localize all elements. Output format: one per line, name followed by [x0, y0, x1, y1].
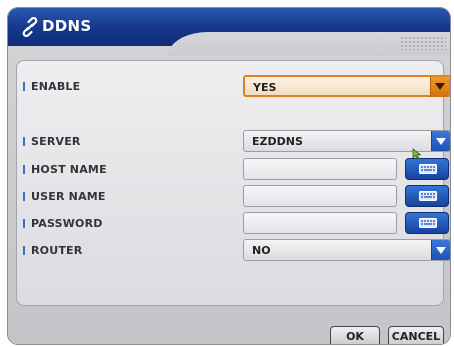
- enable-dropdown[interactable]: YES: [243, 75, 450, 97]
- server-value: EZDDNS: [252, 135, 303, 148]
- host-name-input[interactable]: [243, 158, 397, 180]
- enable-value: YES: [253, 81, 277, 94]
- user-name-row: USER NAME: [17, 185, 449, 209]
- host-name-row: HOST NAME: [17, 158, 449, 182]
- chevron-down-icon[interactable]: [430, 77, 449, 97]
- user-name-label: USER NAME: [23, 190, 106, 203]
- router-row: ROUTER NO: [17, 239, 450, 263]
- user-name-input[interactable]: [243, 185, 397, 207]
- host-name-keyboard-button[interactable]: [405, 158, 449, 180]
- chevron-down-icon[interactable]: [431, 131, 450, 151]
- server-label: SERVER: [23, 135, 81, 148]
- mouse-cursor-icon: [412, 148, 422, 160]
- router-dropdown[interactable]: NO: [243, 239, 450, 261]
- password-label: PASSWORD: [23, 217, 103, 230]
- router-label: ROUTER: [22, 244, 83, 257]
- server-row: SERVER EZDDNS: [17, 130, 450, 154]
- keyboard-icon: [419, 218, 437, 228]
- keyboard-icon: [419, 164, 437, 174]
- host-name-label: HOST NAME: [23, 163, 107, 176]
- ok-button[interactable]: OK: [330, 326, 380, 344]
- router-value: NO: [252, 244, 271, 257]
- chevron-down-icon[interactable]: [431, 240, 450, 260]
- ddns-link-icon: [22, 17, 38, 37]
- keyboard-icon: [419, 191, 437, 201]
- enable-row: ENABLE YES: [17, 75, 450, 99]
- password-keyboard-button[interactable]: [405, 212, 449, 234]
- cancel-button[interactable]: CANCEL: [388, 326, 444, 344]
- decorative-dot-pattern: [400, 36, 446, 50]
- password-row: PASSWORD: [17, 212, 449, 236]
- enable-label: ENABLE: [22, 80, 81, 93]
- ddns-dialog: DDNS ENABLE YES SERVER EZDDNS HOST NAME: [8, 8, 450, 344]
- window-title: DDNS: [42, 17, 92, 35]
- user-name-keyboard-button[interactable]: [405, 185, 449, 207]
- password-input[interactable]: [243, 212, 397, 234]
- settings-panel: ENABLE YES SERVER EZDDNS HOST NAME USER …: [16, 60, 450, 306]
